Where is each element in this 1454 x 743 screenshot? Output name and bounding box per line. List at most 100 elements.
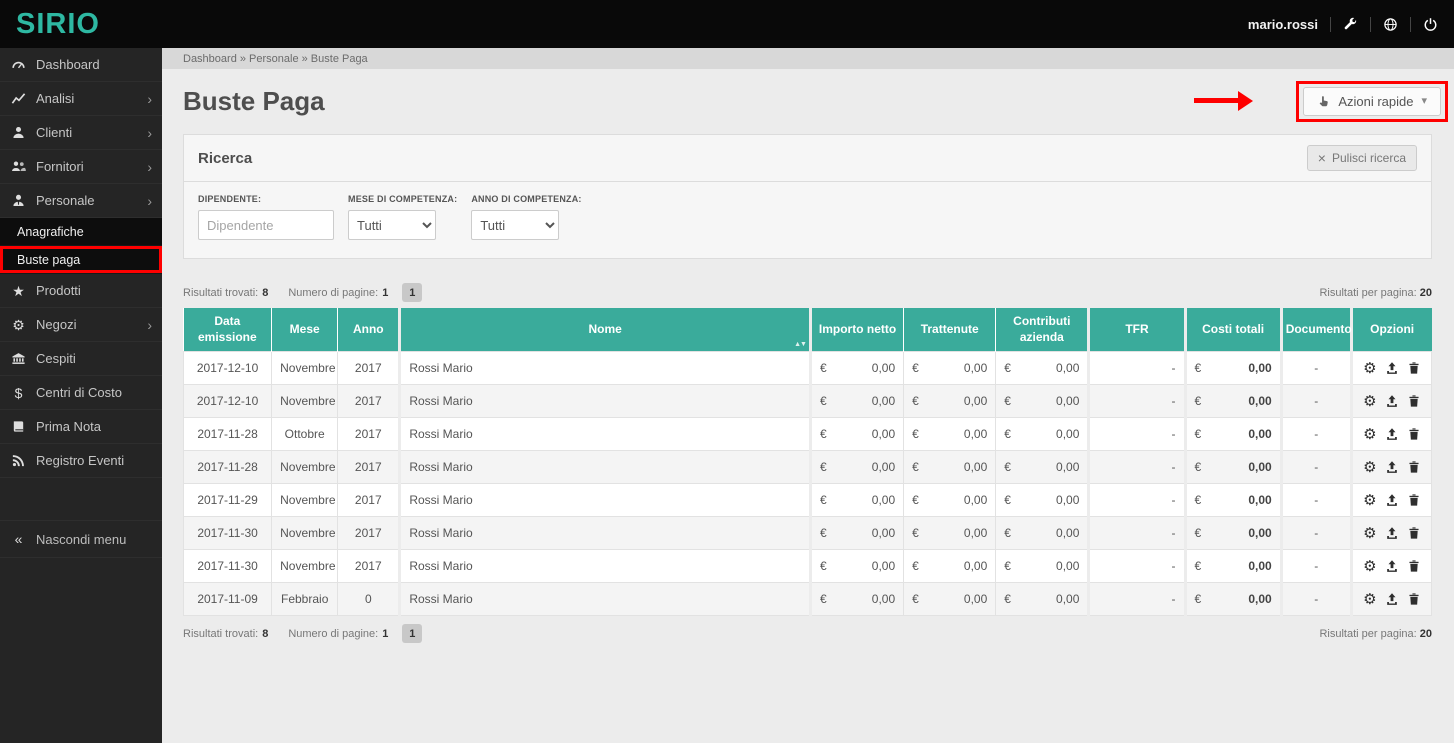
cell-tfr: - xyxy=(1087,351,1186,386)
cell-costi-totali: €0,00 xyxy=(1183,483,1282,518)
page-number-button[interactable]: 1 xyxy=(402,283,423,302)
anno-competenza-select[interactable]: Tutti xyxy=(471,210,560,240)
gear-icon[interactable]: ⚙ xyxy=(1363,460,1376,475)
cell-anno: 2017 xyxy=(337,351,401,386)
gear-icon[interactable]: ⚙ xyxy=(1363,526,1376,541)
upload-icon[interactable] xyxy=(1385,592,1399,606)
rss-icon xyxy=(10,453,27,468)
sidebar-item-label: Clienti xyxy=(36,125,73,140)
upload-icon[interactable] xyxy=(1385,526,1399,540)
gear-icon[interactable]: ⚙ xyxy=(1363,427,1376,442)
chevron-right-icon: › xyxy=(147,158,152,175)
mese-competenza-select[interactable]: Tutti xyxy=(348,210,436,240)
upload-icon[interactable] xyxy=(1385,559,1399,573)
currency-symbol: € xyxy=(912,394,919,409)
cell-contributi-azienda: €0,00 xyxy=(995,483,1090,518)
cell-nome: Rossi Mario xyxy=(398,351,811,386)
cell-costi-totali: €0,00 xyxy=(1183,417,1282,452)
cell-mese: Novembre xyxy=(271,549,339,584)
cell-opzioni: ⚙ xyxy=(1349,516,1433,551)
upload-icon[interactable] xyxy=(1385,460,1399,474)
trash-icon[interactable] xyxy=(1407,427,1421,441)
cell-trattenute: €0,00 xyxy=(903,549,997,584)
quick-actions-button[interactable]: Azioni rapide ▾ xyxy=(1303,87,1441,116)
sidebar-item-fornitori[interactable]: Fornitori › xyxy=(0,150,162,184)
sidebar-item-label: Buste paga xyxy=(17,252,81,267)
sidebar-collapse-button[interactable]: « Nascondi menu xyxy=(0,520,162,558)
sidebar-item-prima-nota[interactable]: Prima Nota xyxy=(0,410,162,444)
cell-opzioni: ⚙ xyxy=(1349,549,1433,584)
sidebar-item-personale[interactable]: Personale › xyxy=(0,184,162,218)
annotation-arrow-shaft xyxy=(1194,98,1240,103)
table-row: 2017-11-09 Febbraio 0 Rossi Mario €0,00 €0,00… xyxy=(182,582,1433,617)
sidebar-item-registro-eventi[interactable]: Registro Eventi xyxy=(0,444,162,478)
page-number-button[interactable]: 1 xyxy=(402,624,423,644)
currency-symbol: € xyxy=(1194,460,1202,475)
cell-data-emissione: 2017-11-30 xyxy=(182,516,273,551)
sidebar-item-prodotti[interactable]: ★ Prodotti xyxy=(0,274,162,308)
gear-icon[interactable]: ⚙ xyxy=(1363,361,1376,376)
column-header-data-emissione: Data emissione xyxy=(183,308,273,352)
cell-nome: Rossi Mario xyxy=(398,483,811,518)
wrench-icon[interactable] xyxy=(1343,17,1358,32)
trash-icon[interactable] xyxy=(1407,559,1421,573)
column-header-nome[interactable]: Nome ▲▼ xyxy=(398,308,811,352)
trash-icon[interactable] xyxy=(1407,460,1421,474)
users-icon xyxy=(10,159,27,174)
topbar-right: mario.rossi xyxy=(1248,16,1454,32)
user-icon xyxy=(10,125,27,140)
sidebar-item-anagrafiche[interactable]: Anagrafiche xyxy=(0,218,162,246)
column-header-tfr: TFR xyxy=(1087,308,1186,352)
cell-anno: 2017 xyxy=(337,516,401,551)
gear-icon[interactable]: ⚙ xyxy=(1363,592,1376,607)
content: Dashboard » Personale » Buste Paga Buste… xyxy=(162,48,1454,743)
table-row: 2017-11-30 Novembre 2017 Rossi Mario €0,00 €0… xyxy=(182,549,1433,584)
power-icon[interactable] xyxy=(1423,17,1438,32)
trash-icon[interactable] xyxy=(1407,493,1421,507)
username[interactable]: mario.rossi xyxy=(1248,17,1318,32)
upload-icon[interactable] xyxy=(1385,361,1399,375)
clear-search-button[interactable]: × Pulisci ricerca xyxy=(1306,145,1417,171)
cell-tfr: - xyxy=(1087,417,1186,452)
sidebar-item-negozi[interactable]: ⚙ Negozi › xyxy=(0,308,162,342)
cell-contributi-azienda: €0,00 xyxy=(995,582,1090,617)
currency-symbol: € xyxy=(912,427,919,442)
sidebar-item-centri-di-costo[interactable]: $ Centri di Costo xyxy=(0,376,162,410)
field-mese-label: MESE DI COMPETENZA: xyxy=(348,194,458,204)
sidebar-item-analisi[interactable]: Analisi › xyxy=(0,82,162,116)
cell-nome: Rossi Mario xyxy=(398,582,811,617)
search-fields: DIPENDENTE: MESE DI COMPETENZA: Tutti AN… xyxy=(184,182,1431,258)
dipendente-input[interactable] xyxy=(198,210,334,240)
trash-icon[interactable] xyxy=(1407,361,1421,375)
cell-opzioni: ⚙ xyxy=(1349,483,1433,518)
sidebar-item-clienti[interactable]: Clienti › xyxy=(0,116,162,150)
cell-costi-totali: €0,00 xyxy=(1183,582,1282,617)
trash-icon[interactable] xyxy=(1407,526,1421,540)
results-pages-value: 1 xyxy=(382,286,389,299)
column-header-documento: Documento xyxy=(1279,308,1352,352)
upload-icon[interactable] xyxy=(1385,427,1399,441)
upload-icon[interactable] xyxy=(1385,493,1399,507)
upload-icon[interactable] xyxy=(1385,394,1399,408)
sidebar-item-dashboard[interactable]: Dashboard xyxy=(0,48,162,82)
cell-nome: Rossi Mario xyxy=(398,516,811,551)
bank-icon xyxy=(10,351,27,366)
cell-importo-netto: €0,00 xyxy=(808,450,905,485)
globe-icon[interactable] xyxy=(1383,17,1398,32)
sidebar-item-cespiti[interactable]: Cespiti xyxy=(0,342,162,376)
cell-documento: - xyxy=(1279,516,1352,551)
cell-contributi-azienda: €0,00 xyxy=(995,450,1090,485)
currency-symbol: € xyxy=(1004,394,1011,409)
cell-data-emissione: 2017-11-30 xyxy=(182,549,273,584)
gear-icon[interactable]: ⚙ xyxy=(1363,394,1376,409)
gear-icon[interactable]: ⚙ xyxy=(1363,493,1376,508)
trash-icon[interactable] xyxy=(1407,592,1421,606)
trash-icon[interactable] xyxy=(1407,394,1421,408)
sidebar-item-buste-paga[interactable]: Buste paga xyxy=(0,246,162,274)
cell-mese: Ottobre xyxy=(271,417,339,452)
cell-mese: Novembre xyxy=(271,384,339,419)
sort-icons[interactable]: ▲▼ xyxy=(794,340,807,349)
gear-icon[interactable]: ⚙ xyxy=(1363,559,1376,574)
currency-symbol: € xyxy=(819,493,827,508)
currency-symbol: € xyxy=(1004,592,1011,607)
